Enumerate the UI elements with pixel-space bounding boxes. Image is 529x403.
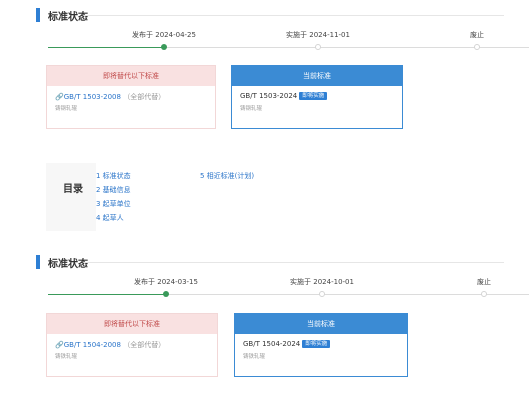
timeline-track (166, 294, 529, 295)
replaced-standard-subtitle: 铸铁轧辊 (55, 354, 78, 360)
replaced-standard-card: 即将替代以下标准 🔗GB/T 1503-2008 （全部代替） 铸钢轧辊 (46, 65, 216, 129)
timeline-abolished-label: 废止 (477, 278, 491, 286)
current-standard-subtitle: 铸钢轧辊 (240, 106, 263, 112)
toc-item-basic-info[interactable]: 2 基础信息 (96, 185, 131, 195)
timeline-progress (48, 47, 163, 48)
replace-note: （全部代替） (123, 93, 166, 101)
current-standard-card: 当前标准 GB/T 1503-2024 即将实施 铸钢轧辊 (231, 65, 403, 129)
replaced-standard-header: 即将替代以下标准 (47, 314, 217, 334)
link-icon: 🔗 (55, 93, 64, 101)
timeline-published-label: 发布于 2024-04-25 (132, 31, 196, 39)
timeline-published-dot (163, 291, 169, 297)
current-standard-header: 当前标准 (232, 66, 402, 86)
section-divider (84, 262, 504, 263)
timeline-published-label: 发布于 2024-03-15 (134, 278, 198, 286)
timeline-implemented-label: 实施于 2024-11-01 (286, 31, 350, 39)
timeline-progress (48, 294, 166, 295)
status-timeline: 发布于 2024-03-15 实施于 2024-10-01 废止 (48, 277, 529, 307)
link-icon: 🔗 (55, 341, 64, 349)
toc-item-standard-status[interactable]: 1 标准状态 (96, 171, 131, 181)
table-of-contents: 目录 1 标准状态 2 基础信息 3 起草单位 4 起草人 5 相近标准(计划) (46, 163, 388, 231)
toc-item-similar-standards[interactable]: 5 相近标准(计划) (200, 171, 254, 181)
timeline-implemented-dot (319, 291, 325, 297)
toc-item-drafting-units[interactable]: 3 起草单位 (96, 199, 131, 209)
replaced-standard-card: 即将替代以下标准 🔗GB/T 1504-2008 （全部代替） 铸铁轧辊 (46, 313, 218, 377)
timeline-implemented-label: 实施于 2024-10-01 (290, 278, 354, 286)
toc-item-drafters[interactable]: 4 起草人 (96, 213, 124, 223)
status-badge: 即将实施 (302, 340, 331, 348)
status-timeline: 发布于 2024-04-25 实施于 2024-11-01 废止 (48, 30, 529, 60)
current-standard-code: GB/T 1504-2024 (243, 340, 301, 348)
toc-title: 目录 (63, 184, 83, 195)
replaced-standard-subtitle: 铸钢轧辊 (55, 106, 78, 112)
current-standard-header: 当前标准 (235, 314, 407, 334)
current-standard-code: GB/T 1503-2024 (240, 92, 298, 100)
timeline-abolished-label: 废止 (470, 31, 484, 39)
current-standard-card: 当前标准 GB/T 1504-2024 即将实施 铸铁轧辊 (234, 313, 408, 377)
replaced-standard-header: 即将替代以下标准 (47, 66, 215, 86)
section-divider (84, 15, 504, 16)
replaced-standard-link[interactable]: GB/T 1504-2008 (64, 341, 121, 349)
timeline-abolished-dot (481, 291, 487, 297)
timeline-abolished-dot (474, 44, 480, 50)
timeline-implemented-dot (315, 44, 321, 50)
timeline-published-dot (161, 44, 167, 50)
current-standard-subtitle: 铸铁轧辊 (243, 354, 266, 360)
replaced-standard-link[interactable]: GB/T 1503-2008 (64, 93, 121, 101)
replace-note: （全部代替） (123, 341, 166, 349)
status-badge: 即将实施 (299, 92, 328, 100)
